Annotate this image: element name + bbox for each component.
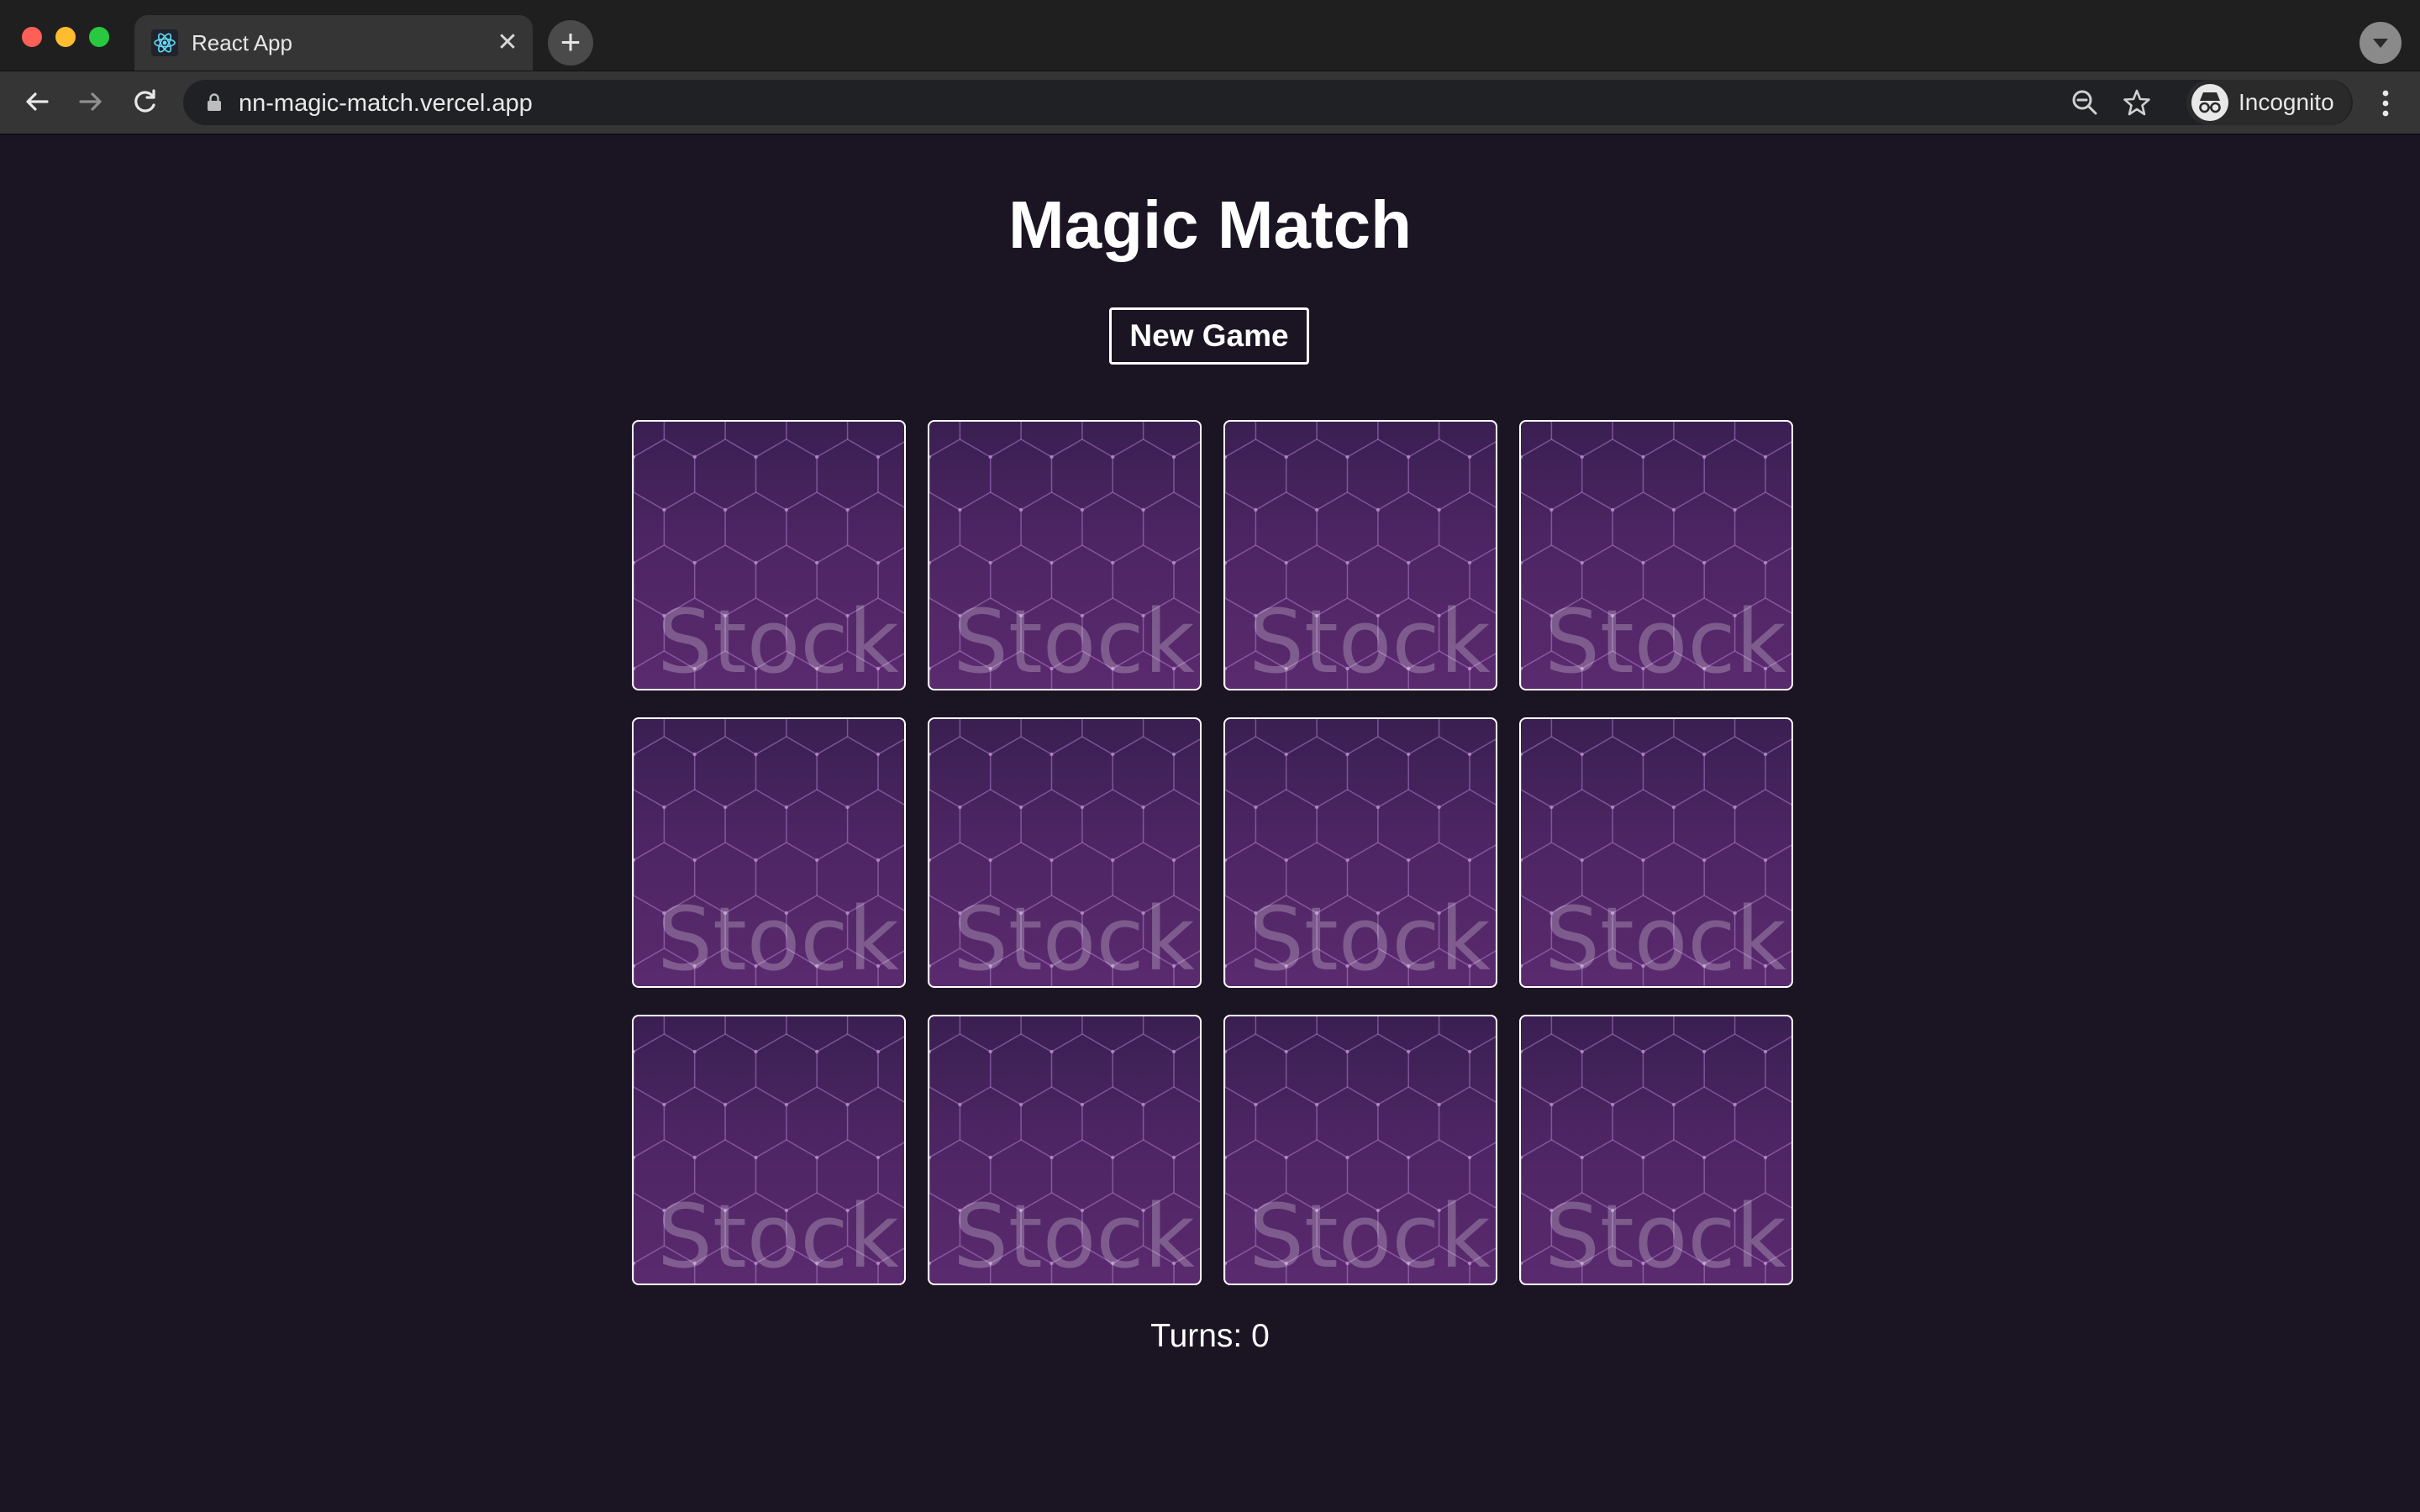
window-close-button[interactable] xyxy=(22,27,42,47)
browser-toolbar: nn-magic-match.vercel.app Incognito xyxy=(0,71,2420,135)
window-minimize-button[interactable] xyxy=(55,27,76,47)
card-back-pattern: Stock xyxy=(1225,422,1496,689)
turns-counter: Turns: 0 xyxy=(1150,1318,1270,1354)
card-watermark: Stock xyxy=(1544,888,1786,986)
card-back[interactable]: Stock xyxy=(928,1015,1202,1285)
card-back[interactable]: Stock xyxy=(1519,1015,1793,1285)
card-watermark: Stock xyxy=(657,591,899,689)
card-back-pattern: Stock xyxy=(1521,1016,1791,1284)
card-back-pattern: Stock xyxy=(1521,422,1791,689)
incognito-profile[interactable]: Incognito xyxy=(2186,80,2351,125)
card-back-pattern: Stock xyxy=(634,422,904,689)
card-back[interactable]: Stock xyxy=(928,717,1202,988)
card-back[interactable]: Stock xyxy=(1519,420,1793,690)
lock-icon xyxy=(208,93,221,111)
card-back-pattern: Stock xyxy=(929,719,1200,986)
new-game-button[interactable]: New Game xyxy=(1109,307,1309,365)
card-watermark: Stock xyxy=(657,888,899,986)
incognito-label: Incognito xyxy=(2238,89,2334,115)
card-watermark: Stock xyxy=(953,1185,1195,1284)
close-icon[interactable]: ✕ xyxy=(494,29,521,56)
address-bar[interactable]: nn-magic-match.vercel.app xyxy=(183,80,2353,125)
star-icon[interactable] xyxy=(2121,87,2153,118)
incognito-icon xyxy=(2191,84,2228,121)
plus-icon[interactable]: + xyxy=(548,20,593,66)
card-back-pattern: Stock xyxy=(929,422,1200,689)
card-back[interactable]: Stock xyxy=(1223,717,1497,988)
card-back[interactable]: Stock xyxy=(1223,420,1497,690)
card-watermark: Stock xyxy=(657,1185,899,1284)
browser-tab[interactable]: React App ✕ xyxy=(134,15,533,71)
react-favicon xyxy=(151,29,178,56)
reload-icon[interactable] xyxy=(128,85,161,118)
card-back-pattern: Stock xyxy=(634,1016,904,1284)
forward-arrow-icon[interactable] xyxy=(74,85,108,118)
card-back[interactable]: Stock xyxy=(632,420,906,690)
page-title: Magic Match xyxy=(1007,187,1413,262)
card-watermark: Stock xyxy=(1249,591,1491,689)
card-watermark: Stock xyxy=(1544,1185,1786,1284)
browser-titlebar: React App ✕ + xyxy=(0,0,2420,71)
card-grid: Stock Stock Stock Stock Stock Stock Stock Stock… xyxy=(632,420,1793,1285)
card-back-pattern: Stock xyxy=(634,719,904,986)
tab-title: React App xyxy=(192,30,292,55)
card-back-pattern: Stock xyxy=(1225,1016,1496,1284)
tab-search-icon[interactable] xyxy=(2360,22,2402,64)
card-back-pattern: Stock xyxy=(929,1016,1200,1284)
card-watermark: Stock xyxy=(1544,591,1786,689)
card-watermark: Stock xyxy=(953,888,1195,986)
card-back[interactable]: Stock xyxy=(1223,1015,1497,1285)
card-back-pattern: Stock xyxy=(1225,719,1496,986)
url-text: nn-magic-match.vercel.app xyxy=(239,90,533,117)
more-vert-icon[interactable] xyxy=(2371,87,2400,120)
card-watermark: Stock xyxy=(1249,1185,1491,1284)
back-arrow-icon[interactable] xyxy=(20,85,54,118)
card-back-pattern: Stock xyxy=(1521,719,1791,986)
card-back[interactable]: Stock xyxy=(928,420,1202,690)
card-back[interactable]: Stock xyxy=(1519,717,1793,988)
card-back[interactable]: Stock xyxy=(632,717,906,988)
zoom-out-icon[interactable] xyxy=(2069,87,2101,118)
card-watermark: Stock xyxy=(953,591,1195,689)
card-watermark: Stock xyxy=(1249,888,1491,986)
card-back[interactable]: Stock xyxy=(632,1015,906,1285)
window-maximize-button[interactable] xyxy=(89,27,109,47)
